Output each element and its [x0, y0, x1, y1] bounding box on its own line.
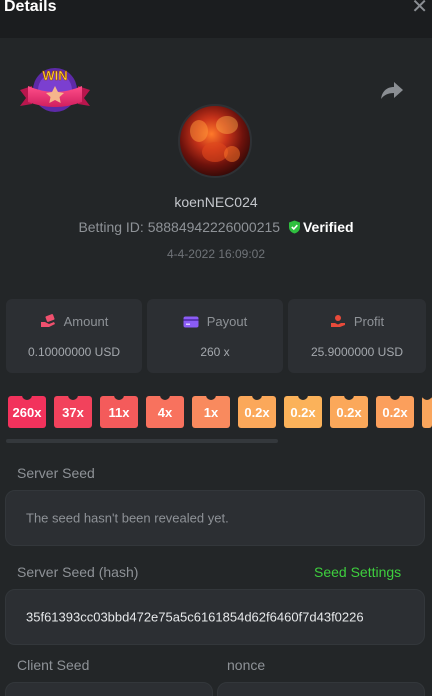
multiplier-chip[interactable]: 0.2x — [376, 396, 414, 428]
betting-id-row: Betting ID: 58884942226000215 Verified — [0, 219, 432, 235]
nonce-label: nonce — [227, 657, 266, 673]
username: koenNEC024 — [174, 194, 258, 210]
betting-id: 58884942226000215 — [147, 219, 281, 235]
server-seed-hash-field[interactable]: 35f61393cc03bbd472e75a5c6161854d62f6460f… — [5, 589, 425, 645]
server-seed-hash-label: Server Seed (hash) — [17, 564, 139, 580]
card-icon — [183, 316, 199, 328]
hand-profit-icon — [330, 315, 345, 327]
win-badge-icon: WIN — [20, 68, 90, 112]
amount-label: Amount — [63, 314, 109, 329]
seed-settings-link[interactable]: Seed Settings — [314, 564, 401, 580]
multiplier-chip[interactable]: 1x — [192, 396, 230, 428]
server-seed-field: The seed hasn't been revealed yet. — [5, 490, 425, 546]
payout-value: 260 x — [200, 345, 230, 359]
hand-coin-icon — [40, 314, 55, 327]
bet-date: 4-4-2022 16:09:02 — [166, 247, 266, 261]
client-seed-label: Client Seed — [17, 657, 90, 673]
multiplier-chip[interactable]: 0.2x — [284, 396, 322, 428]
verified-shield-icon — [288, 220, 300, 234]
share-icon[interactable] — [380, 80, 404, 100]
profit-value: 25.9000000 USD — [310, 345, 404, 359]
close-icon[interactable]: ✕ — [411, 0, 428, 17]
amount-value: 0.10000000 USD — [27, 345, 121, 359]
multiplier-chip[interactable]: 0.2x — [330, 396, 368, 428]
server-seed-hash-value: 35f61393cc03bbd472e75a5c6161854d62f6460f… — [26, 609, 364, 625]
multiplier-chip[interactable]: 37x — [54, 396, 92, 428]
multiplier-chip-partial[interactable] — [422, 396, 432, 428]
multiplier-strip: 260x 37x 11x 4x 1x 0.2x 0.2x 0.2x 0.2x — [0, 396, 432, 430]
multiplier-chip[interactable]: 4x — [146, 396, 184, 428]
server-seed-label: Server Seed — [17, 465, 95, 481]
betting-id-label: Betting ID: — [78, 219, 144, 235]
avatar — [178, 104, 252, 178]
nonce-field[interactable] — [217, 682, 425, 696]
multiplier-chip[interactable]: 0.2x — [238, 396, 276, 428]
server-seed-value: The seed hasn't been revealed yet. — [26, 510, 229, 526]
svg-text:WIN: WIN — [42, 68, 67, 83]
amount-card: Amount 0.10000000 USD — [6, 299, 142, 373]
multiplier-chip[interactable]: 260x — [8, 396, 46, 428]
payout-card: Payout 260 x — [147, 299, 283, 373]
page-title: Details — [4, 0, 57, 15]
verified-label: Verified — [302, 219, 354, 235]
details-header: Details ✕ — [0, 0, 432, 38]
payout-label: Payout — [206, 314, 248, 329]
multiplier-scrollbar[interactable] — [6, 439, 278, 443]
client-seed-field[interactable] — [5, 682, 213, 696]
profit-label: Profit — [353, 314, 385, 329]
profit-card: Profit 25.9000000 USD — [288, 299, 426, 373]
multiplier-chip[interactable]: 11x — [100, 396, 138, 428]
